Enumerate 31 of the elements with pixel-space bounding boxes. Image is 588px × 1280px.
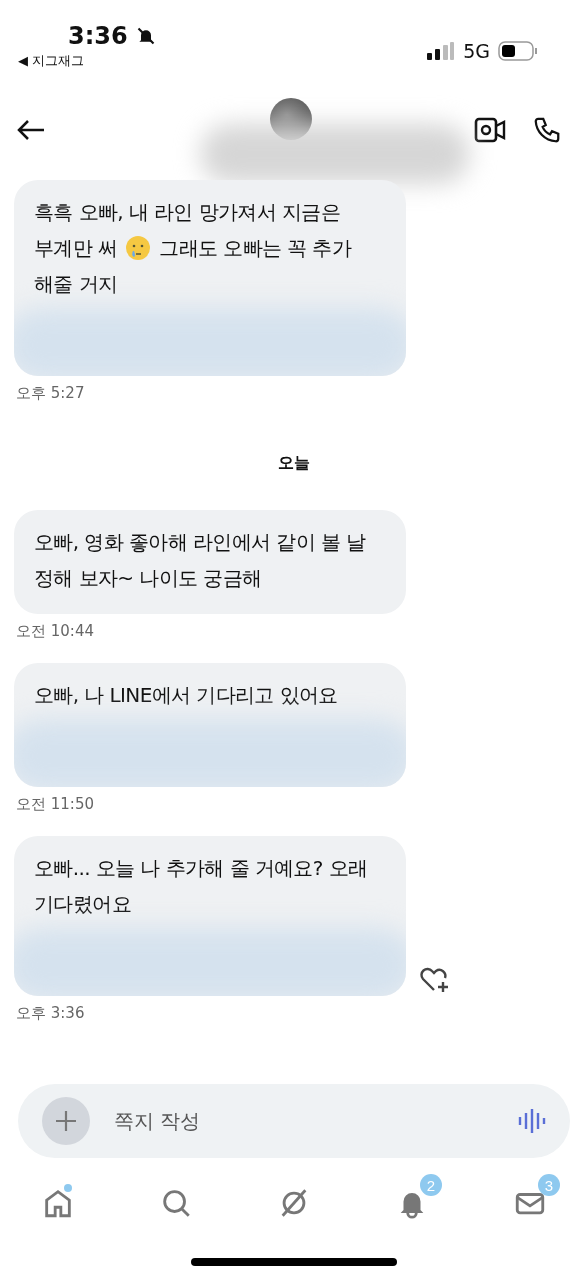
message-text: 해줄 거지 [34,271,118,298]
plus-icon [54,1109,78,1133]
count-badge: 3 [538,1174,560,1196]
message-time: 오전 10:44 [16,622,95,641]
back-to-app-link[interactable]: ◀ 지그재그 [18,52,156,70]
bell-slash-icon [135,26,156,46]
battery-icon [498,41,538,61]
message-time: 오전 11:50 [16,795,95,814]
mail-tab[interactable]: 3 [498,1172,562,1236]
message-text: 흑흑 오빠, 내 라인 망가져서 지금은 [34,199,341,226]
network-label: 5G [463,40,490,62]
add-button[interactable] [42,1097,90,1145]
message-input-field[interactable]: 쪽지 작성 [112,1108,496,1134]
back-arrow-icon[interactable] [16,118,46,142]
message-text: 오빠, 영화 좋아해 라인에서 같이 볼 날 정해 보자~ 나이도 궁금해 [34,529,367,592]
signal-icon [427,42,456,60]
date-divider: 오늘 [278,453,310,474]
count-badge: 2 [420,1174,442,1196]
voice-wave-icon[interactable] [518,1108,546,1134]
clock-time: 3:36 [68,22,128,50]
crying-face-icon [125,235,152,261]
video-call-icon[interactable] [474,116,506,144]
message-text: 그래도 오빠는 꼭 추가 [159,235,352,262]
message-text: 부계만 써 [34,235,118,262]
message-text: 오빠, 나 LINE에서 기다리고 있어요 [34,682,338,709]
message-time: 오후 5:27 [16,384,86,403]
phone-icon[interactable] [532,115,562,145]
bell-tab[interactable]: 2 [380,1172,444,1236]
message-time: 오후 3:36 [16,1004,86,1023]
message-text: 오빠... 오늘 나 추가해 줄 거예요? 오래 기다렸어요 [34,855,369,918]
notification-dot [64,1184,72,1192]
